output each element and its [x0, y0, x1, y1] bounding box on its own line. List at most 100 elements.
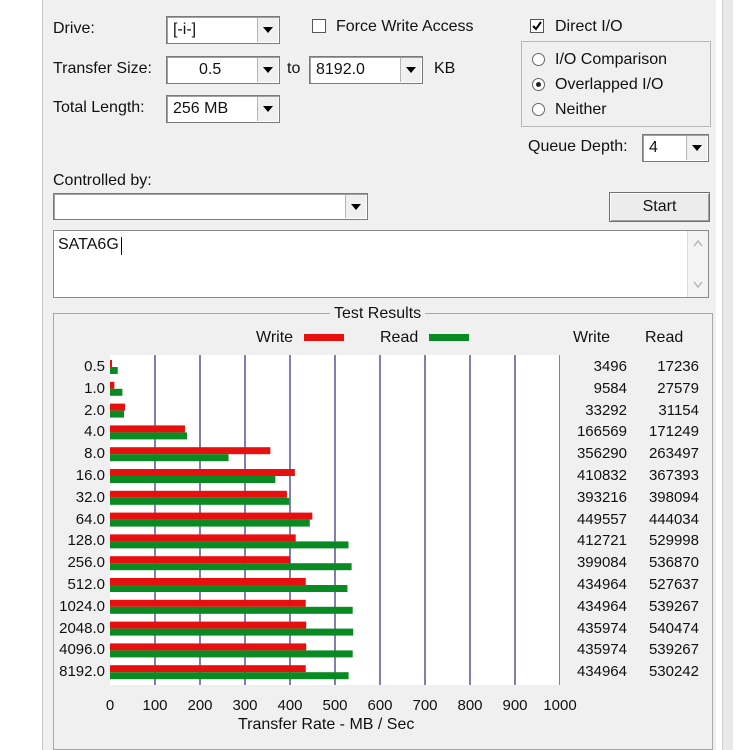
transfer-size-to-value: 8192.0 — [316, 61, 365, 78]
x-tick-label: 0 — [105, 697, 115, 714]
block-size-label: 512.0 — [67, 576, 105, 593]
neither-label: Neither — [555, 101, 607, 118]
read-value: 367393 — [648, 467, 699, 484]
io-comparison-label: I/O Comparison — [555, 51, 668, 68]
read-bar — [110, 432, 188, 440]
write-value: 435974 — [576, 619, 627, 637]
block-size-label: 256.0 — [67, 554, 105, 572]
transfer-to-dropdown-button[interactable] — [400, 58, 421, 82]
chevron-down-icon — [692, 145, 702, 151]
scroll-arrows-icon — [693, 239, 703, 289]
x-tick-label: 600 — [367, 697, 393, 714]
write-bar — [110, 403, 125, 411]
chevron-down-icon — [351, 203, 361, 210]
total-length-select[interactable]: 256 MB — [166, 95, 280, 123]
legend-write-swatch — [304, 334, 344, 341]
transfer-size-from-value: 0.5 — [199, 61, 222, 78]
drive-dropdown-button[interactable] — [257, 18, 278, 42]
read-value: 529998 — [648, 532, 699, 550]
write-value: 33292 — [585, 401, 627, 419]
read-value: 527637 — [648, 576, 699, 593]
force-write-label: Force Write Access — [336, 18, 474, 35]
write-bar — [110, 425, 185, 433]
write-bar — [110, 556, 290, 564]
read-value: 536870 — [648, 554, 699, 572]
queue-depth-label: Queue Depth: — [528, 138, 628, 155]
write-bar — [110, 490, 287, 498]
read-value: 263497 — [648, 445, 699, 463]
x-axis-label: Transfer Rate - MB / Sec — [238, 716, 415, 733]
write-value: 412721 — [576, 532, 627, 550]
description-scrollbar[interactable] — [687, 231, 708, 297]
read-bar — [110, 454, 229, 462]
legend-write-label: Write — [256, 329, 294, 346]
start-button-label: Start — [642, 198, 677, 215]
chevron-down-icon — [263, 67, 273, 73]
total-length-label: Total Length: — [53, 99, 145, 116]
force-write-checkbox[interactable] — [312, 19, 326, 33]
read-bar — [110, 497, 290, 505]
write-bar — [110, 578, 306, 585]
io-comparison-radio[interactable] — [532, 53, 545, 66]
read-bar — [110, 519, 310, 527]
write-column-header: Write — [573, 329, 611, 346]
read-value: 31154 — [658, 401, 699, 419]
plot-area — [110, 355, 561, 685]
read-value: 539267 — [648, 597, 699, 615]
overlapped-io-label: Overlapped I/O — [555, 76, 664, 93]
drive-select[interactable]: [-i-] — [166, 16, 280, 44]
description-textarea[interactable]: SATA6G — [53, 230, 709, 298]
app-root: Drive: [-i-] Force Write Access Direct I… — [0, 0, 750, 750]
write-value: 166569 — [576, 423, 627, 441]
transfer-size-from-select[interactable]: 0.5 — [166, 56, 280, 84]
write-bar — [110, 469, 295, 476]
x-tick-label: 800 — [457, 697, 483, 714]
direct-io-label: Direct I/O — [555, 18, 623, 35]
write-bar — [110, 621, 307, 629]
block-size-label: 2.0 — [84, 401, 105, 419]
x-tick-label: 100 — [142, 697, 168, 714]
x-tick-label: 300 — [232, 697, 258, 714]
queue-depth-dropdown-button[interactable] — [686, 136, 707, 160]
to-label: to — [287, 60, 301, 77]
block-size-label: 16.0 — [75, 467, 105, 484]
direct-io-checkbox[interactable] — [530, 19, 544, 33]
block-size-label: 64.0 — [75, 510, 105, 528]
write-bar — [110, 447, 271, 455]
read-bar — [110, 672, 349, 680]
checkmark-icon — [532, 21, 542, 31]
write-value: 434964 — [576, 597, 627, 615]
read-bar — [110, 606, 353, 614]
start-button[interactable]: Start — [609, 192, 710, 222]
controlled-by-dropdown-button[interactable] — [345, 195, 366, 218]
read-value: 540474 — [648, 619, 699, 637]
write-bar — [110, 665, 306, 673]
block-size-label: 8.0 — [84, 445, 105, 463]
controlled-by-select[interactable] — [53, 193, 368, 220]
text-caret — [121, 237, 122, 255]
x-tick-label: 500 — [322, 697, 348, 714]
chevron-down-icon — [263, 27, 273, 33]
write-value: 449557 — [576, 510, 627, 528]
block-size-label: 128.0 — [67, 532, 105, 550]
write-value: 399084 — [576, 554, 627, 572]
transfer-rate-chart — [110, 355, 561, 685]
queue-depth-select[interactable]: 4 — [642, 134, 709, 162]
x-tick-label: 700 — [412, 697, 438, 714]
chevron-down-icon — [406, 67, 416, 73]
kb-label: KB — [434, 60, 456, 77]
block-size-label: 4.0 — [84, 423, 105, 441]
write-value: 393216 — [576, 488, 627, 506]
transfer-from-dropdown-button[interactable] — [257, 58, 278, 82]
total-length-dropdown-button[interactable] — [257, 97, 278, 121]
write-value: 434964 — [576, 576, 627, 593]
transfer-size-to-select[interactable]: 8192.0 — [309, 56, 423, 84]
window-scrollbar[interactable] — [722, 0, 733, 750]
x-tick-label: 900 — [502, 697, 528, 714]
neither-radio[interactable] — [532, 103, 545, 116]
x-tick-label: 400 — [277, 697, 303, 714]
block-size-label: 1.0 — [84, 379, 105, 397]
queue-depth-value: 4 — [649, 139, 658, 156]
overlapped-io-radio[interactable] — [532, 78, 545, 91]
write-value: 9584 — [593, 379, 627, 397]
